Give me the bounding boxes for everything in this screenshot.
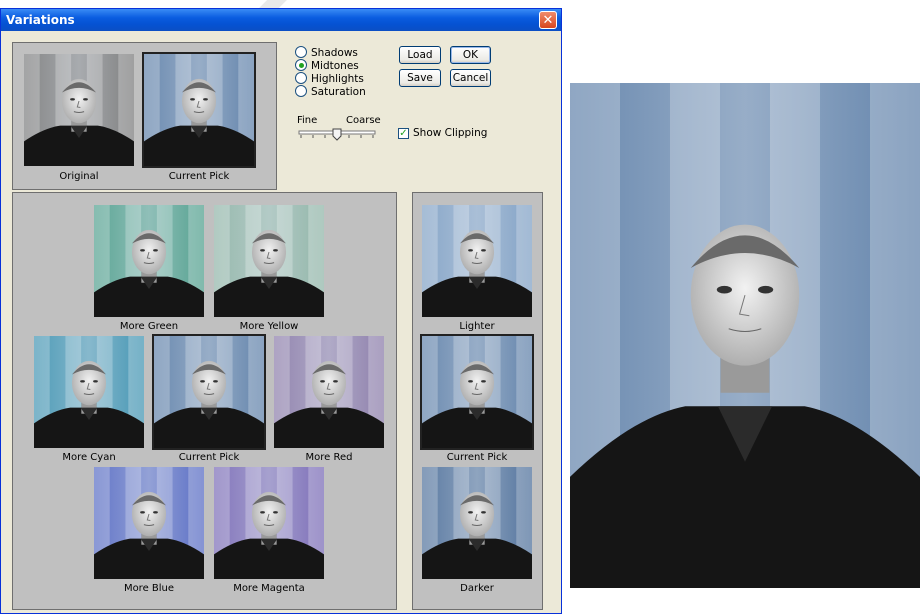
more-green-label: More Green [119, 321, 179, 332]
radio-highlights-button[interactable] [295, 72, 307, 84]
current-pick-center-thumbnail [152, 334, 266, 450]
show-clipping-label: Show Clipping [413, 127, 488, 139]
slider-coarse-label: Coarse [346, 115, 381, 126]
hue-variations-panel: More Green More Yellow More Cyan Current… [12, 192, 397, 610]
more-blue-thumbnail[interactable] [94, 467, 204, 579]
current-pick-lightness-thumbnail [420, 334, 534, 450]
more-red-label: More Red [305, 452, 353, 463]
portrait-image [154, 336, 264, 448]
variations-dialog: Variations ✕ Original Current Pick Shado… [0, 8, 562, 614]
radio-midtones[interactable]: Midtones [295, 59, 359, 72]
more-cyan-label: More Cyan [62, 452, 116, 463]
slider-fine-label: Fine [297, 115, 318, 126]
radio-midtones-label: Midtones [311, 60, 359, 72]
radio-shadows-button[interactable] [295, 46, 307, 58]
lightness-panel: Lighter Current Pick Darker [412, 192, 543, 610]
radio-saturation[interactable]: Saturation [295, 85, 366, 98]
current-pick-thumbnail [142, 52, 256, 168]
slider-thumb[interactable] [332, 128, 342, 141]
more-magenta-thumbnail[interactable] [214, 467, 324, 579]
portrait-image [94, 467, 204, 579]
radio-highlights[interactable]: Highlights [295, 72, 364, 85]
more-cyan-thumbnail[interactable] [34, 336, 144, 448]
fine-coarse-slider[interactable] [297, 127, 377, 143]
darker-label: Darker [460, 583, 494, 594]
radio-midtones-button[interactable] [295, 59, 307, 71]
radio-shadows-label: Shadows [311, 47, 358, 59]
original-thumbnail [24, 54, 134, 166]
portrait-image [422, 336, 532, 448]
current-pick-label: Current Pick [168, 171, 230, 182]
radio-highlights-label: Highlights [311, 73, 364, 85]
portrait-image [94, 205, 204, 317]
portrait-image [570, 83, 920, 588]
current-pick-lightness-label: Current Pick [446, 452, 508, 463]
portrait-image [214, 205, 324, 317]
original-current-panel: Original Current Pick [12, 42, 277, 190]
load-button[interactable]: Load [399, 46, 441, 64]
result-preview-image [570, 83, 920, 588]
portrait-image [144, 54, 254, 166]
more-red-thumbnail[interactable] [274, 336, 384, 448]
portrait-image [24, 54, 134, 166]
more-magenta-label: More Magenta [233, 583, 305, 594]
close-button[interactable]: ✕ [539, 11, 557, 29]
dialog-title: Variations [6, 13, 75, 27]
lighter-thumbnail[interactable] [422, 205, 532, 317]
portrait-image [274, 336, 384, 448]
more-blue-label: More Blue [123, 583, 175, 594]
current-pick-center-label: Current Pick [178, 452, 240, 463]
ok-button[interactable]: OK [450, 46, 491, 64]
radio-shadows[interactable]: Shadows [295, 46, 358, 59]
portrait-image [422, 205, 532, 317]
more-green-thumbnail[interactable] [94, 205, 204, 317]
original-label: Original [59, 171, 99, 182]
more-yellow-thumbnail[interactable] [214, 205, 324, 317]
show-clipping-checkbox[interactable]: ✓ [398, 128, 409, 139]
more-yellow-label: More Yellow [239, 321, 299, 332]
portrait-image [422, 467, 532, 579]
save-button[interactable]: Save [399, 69, 441, 87]
lighter-label: Lighter [459, 321, 495, 332]
portrait-image [34, 336, 144, 448]
portrait-image [214, 467, 324, 579]
radio-saturation-label: Saturation [311, 86, 366, 98]
title-bar[interactable]: Variations ✕ [1, 9, 561, 31]
darker-thumbnail[interactable] [422, 467, 532, 579]
radio-saturation-button[interactable] [295, 85, 307, 97]
cancel-button[interactable]: Cancel [450, 69, 491, 87]
